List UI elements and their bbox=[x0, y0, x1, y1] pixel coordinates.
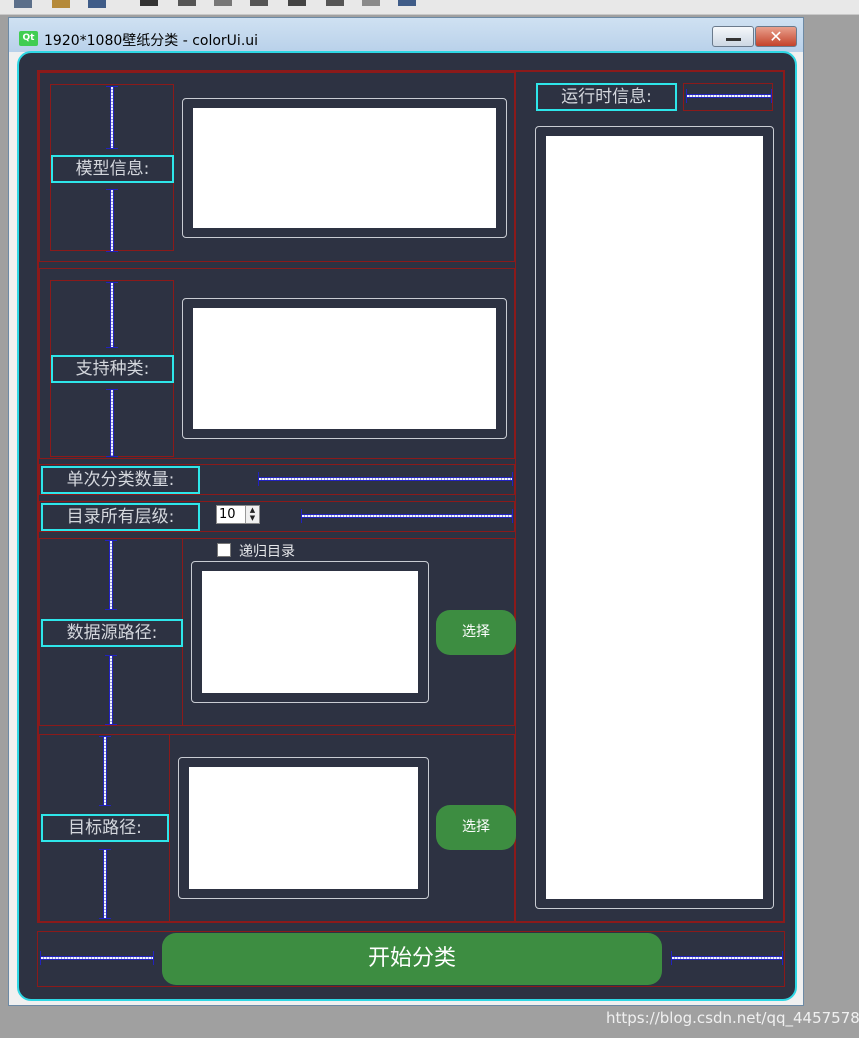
title-bar[interactable]: Qt 1920*1080壁纸分类 - colorUi.ui ✕ bbox=[9, 18, 803, 52]
horizontal-spacer bbox=[671, 951, 783, 965]
vertical-spacer bbox=[106, 86, 118, 149]
qt-logo-icon: Qt bbox=[19, 31, 38, 46]
horizontal-spacer bbox=[686, 89, 772, 103]
horizontal-spacer bbox=[40, 951, 154, 965]
select-target-button[interactable]: 选择 bbox=[436, 805, 516, 850]
supported-classes-textbox[interactable] bbox=[182, 298, 507, 439]
model-info-textbox[interactable] bbox=[182, 98, 507, 238]
watermark-text: https://blog.csdn.net/qq_44575789 bbox=[606, 1009, 859, 1027]
app-window: Qt 1920*1080壁纸分类 - colorUi.ui ✕ 模型信息: 支持… bbox=[8, 17, 804, 1006]
layout-grid-icon[interactable] bbox=[250, 0, 268, 6]
edit-icon[interactable] bbox=[52, 0, 70, 8]
help-icon[interactable] bbox=[362, 0, 380, 6]
runtime-info-textbox[interactable] bbox=[535, 126, 774, 909]
vertical-spacer bbox=[99, 849, 111, 919]
vertical-spacer bbox=[106, 189, 118, 252]
select-source-button[interactable]: 选择 bbox=[436, 610, 516, 655]
close-button[interactable]: ✕ bbox=[755, 26, 797, 47]
new-form-icon[interactable] bbox=[14, 0, 32, 8]
vertical-spacer bbox=[106, 282, 118, 348]
adjust-size-icon[interactable] bbox=[326, 0, 344, 6]
save-icon[interactable] bbox=[88, 0, 106, 8]
vertical-spacer bbox=[105, 655, 117, 725]
target-path-textbox[interactable] bbox=[178, 757, 429, 899]
horizontal-spacer bbox=[301, 509, 513, 523]
batch-count-label: 单次分类数量: bbox=[41, 466, 200, 494]
runtime-info-label: 运行时信息: bbox=[536, 83, 677, 111]
horizontal-spacer bbox=[258, 472, 513, 486]
layout-h-icon[interactable] bbox=[140, 0, 158, 6]
vertical-spacer bbox=[105, 540, 117, 610]
data-source-path-label: 数据源路径: bbox=[41, 619, 183, 647]
layout-split-icon[interactable] bbox=[214, 0, 232, 6]
main-panel: 模型信息: 支持种类: 单次分类数量: 10 ▲ ▼ 目录所有层级: 递归目录 数… bbox=[17, 51, 797, 1001]
vertical-spacer bbox=[106, 389, 118, 457]
minimize-button[interactable] bbox=[712, 26, 754, 47]
supported-classes-label: 支持种类: bbox=[51, 355, 174, 383]
preview-icon[interactable] bbox=[398, 0, 416, 6]
layout-v-icon[interactable] bbox=[178, 0, 196, 6]
data-source-path-textbox[interactable] bbox=[191, 561, 429, 703]
break-layout-icon[interactable] bbox=[288, 0, 306, 6]
target-path-label: 目标路径: bbox=[41, 814, 169, 842]
window-title: 1920*1080壁纸分类 - colorUi.ui bbox=[44, 33, 259, 49]
dir-depth-label: 目录所有层级: bbox=[41, 503, 200, 531]
vertical-spacer bbox=[99, 736, 111, 806]
designer-toolbar bbox=[0, 0, 859, 15]
model-info-label: 模型信息: bbox=[51, 155, 174, 183]
start-classify-button[interactable]: 开始分类 bbox=[162, 933, 662, 985]
